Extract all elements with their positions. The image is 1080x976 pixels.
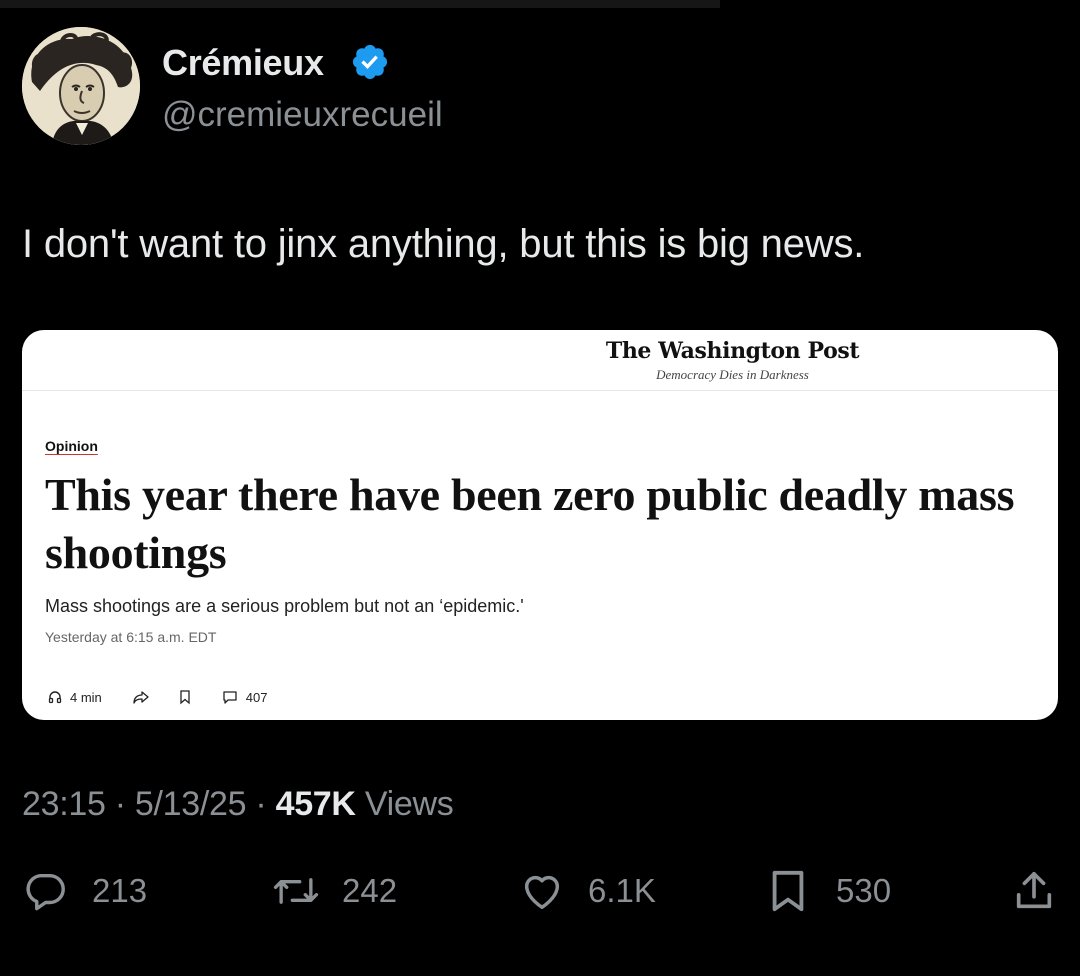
bookmark-icon — [178, 689, 192, 705]
share-icon — [132, 689, 150, 705]
top-bar-divider — [0, 0, 720, 8]
views-count[interactable]: 457K — [276, 785, 356, 823]
headphones-icon — [47, 689, 63, 705]
tweet-detail-page: Crémieux @cremieuxrecueil I don't want t… — [0, 0, 1080, 976]
bookmark-count: 530 — [836, 872, 892, 909]
share-button[interactable] — [1010, 868, 1058, 914]
tweet-meta: 23:15 · 5/13/25 · 457K Views — [22, 785, 454, 824]
reply-count: 213 — [92, 872, 148, 909]
author-handle[interactable]: @cremieuxrecueil — [162, 95, 443, 135]
repost-icon — [270, 868, 322, 914]
bookmark-button[interactable]: 530 — [766, 868, 891, 914]
like-count: 6.1K — [588, 872, 656, 909]
meta-separator: · — [255, 785, 276, 823]
like-icon — [518, 868, 566, 914]
tweet-time[interactable]: 23:15 — [22, 785, 106, 823]
comment-count: 407 — [245, 689, 268, 705]
meta-separator: · — [114, 785, 135, 823]
article-actions: 4 min 407 — [47, 687, 268, 707]
section-label: Opinion — [45, 438, 98, 454]
caricature-portrait-avatar — [22, 27, 140, 145]
card-divider — [22, 390, 1058, 391]
share-icon — [1010, 868, 1058, 914]
comment-icon — [222, 689, 238, 705]
read-time: 4 min — [70, 689, 102, 705]
tweet-date[interactable]: 5/13/25 — [135, 785, 247, 823]
author-display-name[interactable]: Crémieux — [162, 42, 324, 84]
article-timestamp: Yesterday at 6:15 a.m. EDT — [45, 629, 217, 645]
publication-logo: The Washington Post — [605, 338, 860, 364]
tweet-text: I don't want to jinx anything, but this … — [22, 222, 865, 266]
bookmark-icon — [766, 868, 810, 914]
verified-badge-icon[interactable] — [350, 42, 390, 82]
reply-button[interactable]: 213 — [22, 868, 147, 914]
publication-tagline: Democracy Dies in Darkness — [656, 367, 809, 382]
article-card-image[interactable]: The Washington Post Democracy Dies in Da… — [22, 330, 1058, 720]
views-label: Views — [364, 785, 454, 823]
reply-icon — [22, 868, 68, 914]
repost-button[interactable]: 242 — [270, 868, 397, 914]
avatar[interactable] — [22, 27, 140, 145]
article-headline: This year there have been zero public de… — [45, 469, 1015, 578]
like-button[interactable]: 6.1K — [518, 868, 656, 914]
article-dek: Mass shootings are a serious problem but… — [45, 596, 524, 616]
repost-count: 242 — [342, 872, 398, 909]
